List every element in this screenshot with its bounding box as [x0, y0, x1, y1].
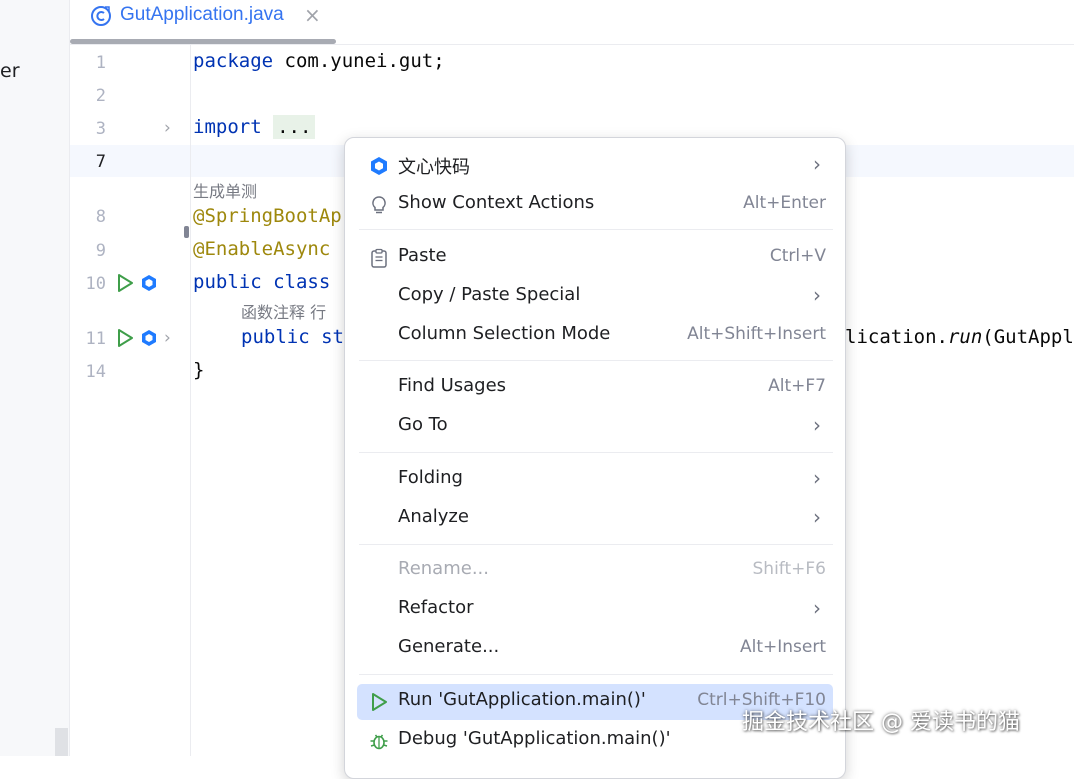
menu-item-paste[interactable]: Paste Ctrl+V: [357, 240, 833, 276]
tab-gutapplication[interactable]: GutApplication.java ×: [70, 0, 336, 44]
run-gutter-icon[interactable]: [115, 273, 135, 293]
menu-item-label: Analyze: [398, 506, 469, 527]
code-text: lication.: [845, 326, 948, 348]
line-number: 9: [95, 241, 106, 261]
menu-item-show-context-actions[interactable]: Show Context Actions Alt+Enter: [357, 187, 833, 223]
tab-active-indicator: [70, 39, 336, 44]
menu-item-shortcut: Alt+F7: [768, 376, 826, 396]
run-gutter-icon[interactable]: [115, 328, 135, 348]
submenu-arrow-icon: ›: [813, 505, 821, 529]
wenxin-gutter-icon[interactable]: [140, 274, 158, 292]
method-name: run: [947, 326, 983, 348]
fold-chevron-icon[interactable]: ›: [164, 328, 171, 348]
menu-item-label: Column Selection Mode: [398, 323, 611, 344]
project-panel-scrollbar[interactable]: [55, 728, 68, 756]
hint-function-comment[interactable]: 函数注释 行: [241, 299, 326, 323]
project-panel-truncated-text: er: [0, 60, 20, 82]
menu-separator: [359, 674, 833, 675]
menu-item-analyze[interactable]: Analyze ›: [357, 501, 833, 537]
menu-item-folding[interactable]: Folding ›: [357, 462, 833, 498]
run-icon: [372, 693, 387, 711]
menu-item-label: Go To: [398, 414, 448, 435]
project-panel: er: [0, 0, 70, 756]
tab-label: GutApplication.java: [120, 4, 284, 25]
keyword: class: [273, 271, 331, 293]
line-number: 14: [85, 362, 106, 382]
menu-item-go-to[interactable]: Go To ›: [357, 409, 833, 445]
code-line-14[interactable]: }: [193, 359, 204, 381]
menu-item-label: Find Usages: [398, 375, 507, 396]
menu-item-generate[interactable]: Generate... Alt+Insert: [357, 631, 833, 667]
code-text: (GutAppl: [982, 326, 1074, 348]
submenu-arrow-icon: ›: [813, 413, 821, 437]
menu-item-label: Folding: [398, 467, 463, 488]
menu-item-label: Copy / Paste Special: [398, 284, 581, 305]
menu-item-shortcut: Shift+F6: [752, 559, 826, 579]
wenxin-gutter-icon[interactable]: [140, 329, 158, 347]
hint-unit-test[interactable]: 生成单测: [193, 178, 257, 202]
folded-imports[interactable]: ...: [273, 115, 316, 139]
code-line-1[interactable]: package com.yunei.gut;: [193, 50, 445, 72]
menu-item-label: Refactor: [398, 597, 474, 618]
menu-item-find-usages[interactable]: Find Usages Alt+F7: [357, 370, 833, 406]
menu-item-label: Debug 'GutApplication.main()': [398, 728, 671, 749]
line-number: 1: [95, 53, 106, 73]
menu-separator: [359, 544, 833, 545]
submenu-arrow-icon: ›: [813, 283, 821, 307]
watermark-text: 掘金技术社区 @ 爱读书的猫: [742, 710, 1020, 735]
code-line-10[interactable]: public class: [193, 271, 330, 293]
keyword: st: [321, 326, 344, 348]
tab-close-icon[interactable]: ×: [304, 3, 321, 27]
submenu-arrow-icon: ›: [813, 152, 821, 176]
menu-item-label: Run 'GutApplication.main()': [398, 689, 646, 710]
menu-item-column-selection-mode[interactable]: Column Selection Mode Alt+Shift+Insert: [357, 318, 833, 354]
debug-icon: [370, 734, 388, 750]
line-number: 8: [95, 207, 106, 227]
gutter-divider: [190, 45, 191, 756]
clipboard-icon: [371, 248, 387, 268]
line-number: 2: [95, 86, 106, 106]
menu-item-wenxin[interactable]: 文心快码 ›: [357, 148, 833, 184]
fold-chevron-icon[interactable]: ›: [164, 118, 171, 138]
menu-item-copy-paste-special[interactable]: Copy / Paste Special ›: [357, 279, 833, 315]
keyword: public: [241, 326, 310, 348]
submenu-arrow-icon: ›: [813, 466, 821, 490]
menu-item-refactor[interactable]: Refactor ›: [357, 592, 833, 628]
menu-item-label: Show Context Actions: [398, 192, 595, 213]
code-line-11-continuation[interactable]: lication.run(GutAppl: [845, 326, 1074, 348]
code-line-8[interactable]: @SpringBootAp: [193, 205, 342, 227]
menu-separator: [359, 360, 833, 361]
menu-item-shortcut: Ctrl+V: [769, 246, 826, 266]
editor-scroll-marker[interactable]: [184, 226, 189, 238]
editor-tab-bar: GutApplication.java ×: [70, 0, 1074, 45]
menu-item-label: Generate...: [398, 636, 500, 657]
code-line-11[interactable]: public st: [241, 326, 344, 348]
menu-item-shortcut: Alt+Enter: [743, 193, 826, 213]
submenu-arrow-icon: ›: [813, 596, 821, 620]
context-menu: 文心快码 › Show Context Actions Alt+Enter Pa…: [344, 137, 846, 779]
menu-item-label: Rename...: [398, 558, 489, 579]
menu-separator: [359, 229, 833, 230]
menu-separator: [359, 452, 833, 453]
menu-item-rename[interactable]: Rename... Shift+F6: [357, 553, 833, 589]
line-number: 11: [85, 329, 106, 349]
menu-item-label: Paste: [398, 245, 447, 266]
keyword: import: [193, 116, 262, 138]
wenxin-icon: [371, 157, 387, 175]
menu-item-shortcut: Alt+Insert: [739, 637, 826, 657]
code-line-9[interactable]: @EnableAsync: [193, 238, 330, 260]
keyword: package: [193, 50, 274, 72]
line-number-current: 7: [95, 152, 106, 172]
keyword: public: [193, 271, 262, 293]
menu-item-label: 文心快码: [398, 157, 470, 178]
code-text: com.yunei.gut;: [273, 50, 445, 72]
line-number: 10: [85, 274, 106, 294]
line-number: 3: [95, 119, 106, 139]
java-class-icon: [91, 6, 111, 26]
bulb-icon: [372, 196, 386, 214]
menu-item-shortcut: Alt+Shift+Insert: [687, 324, 826, 344]
code-line-3[interactable]: import ...: [193, 115, 316, 139]
